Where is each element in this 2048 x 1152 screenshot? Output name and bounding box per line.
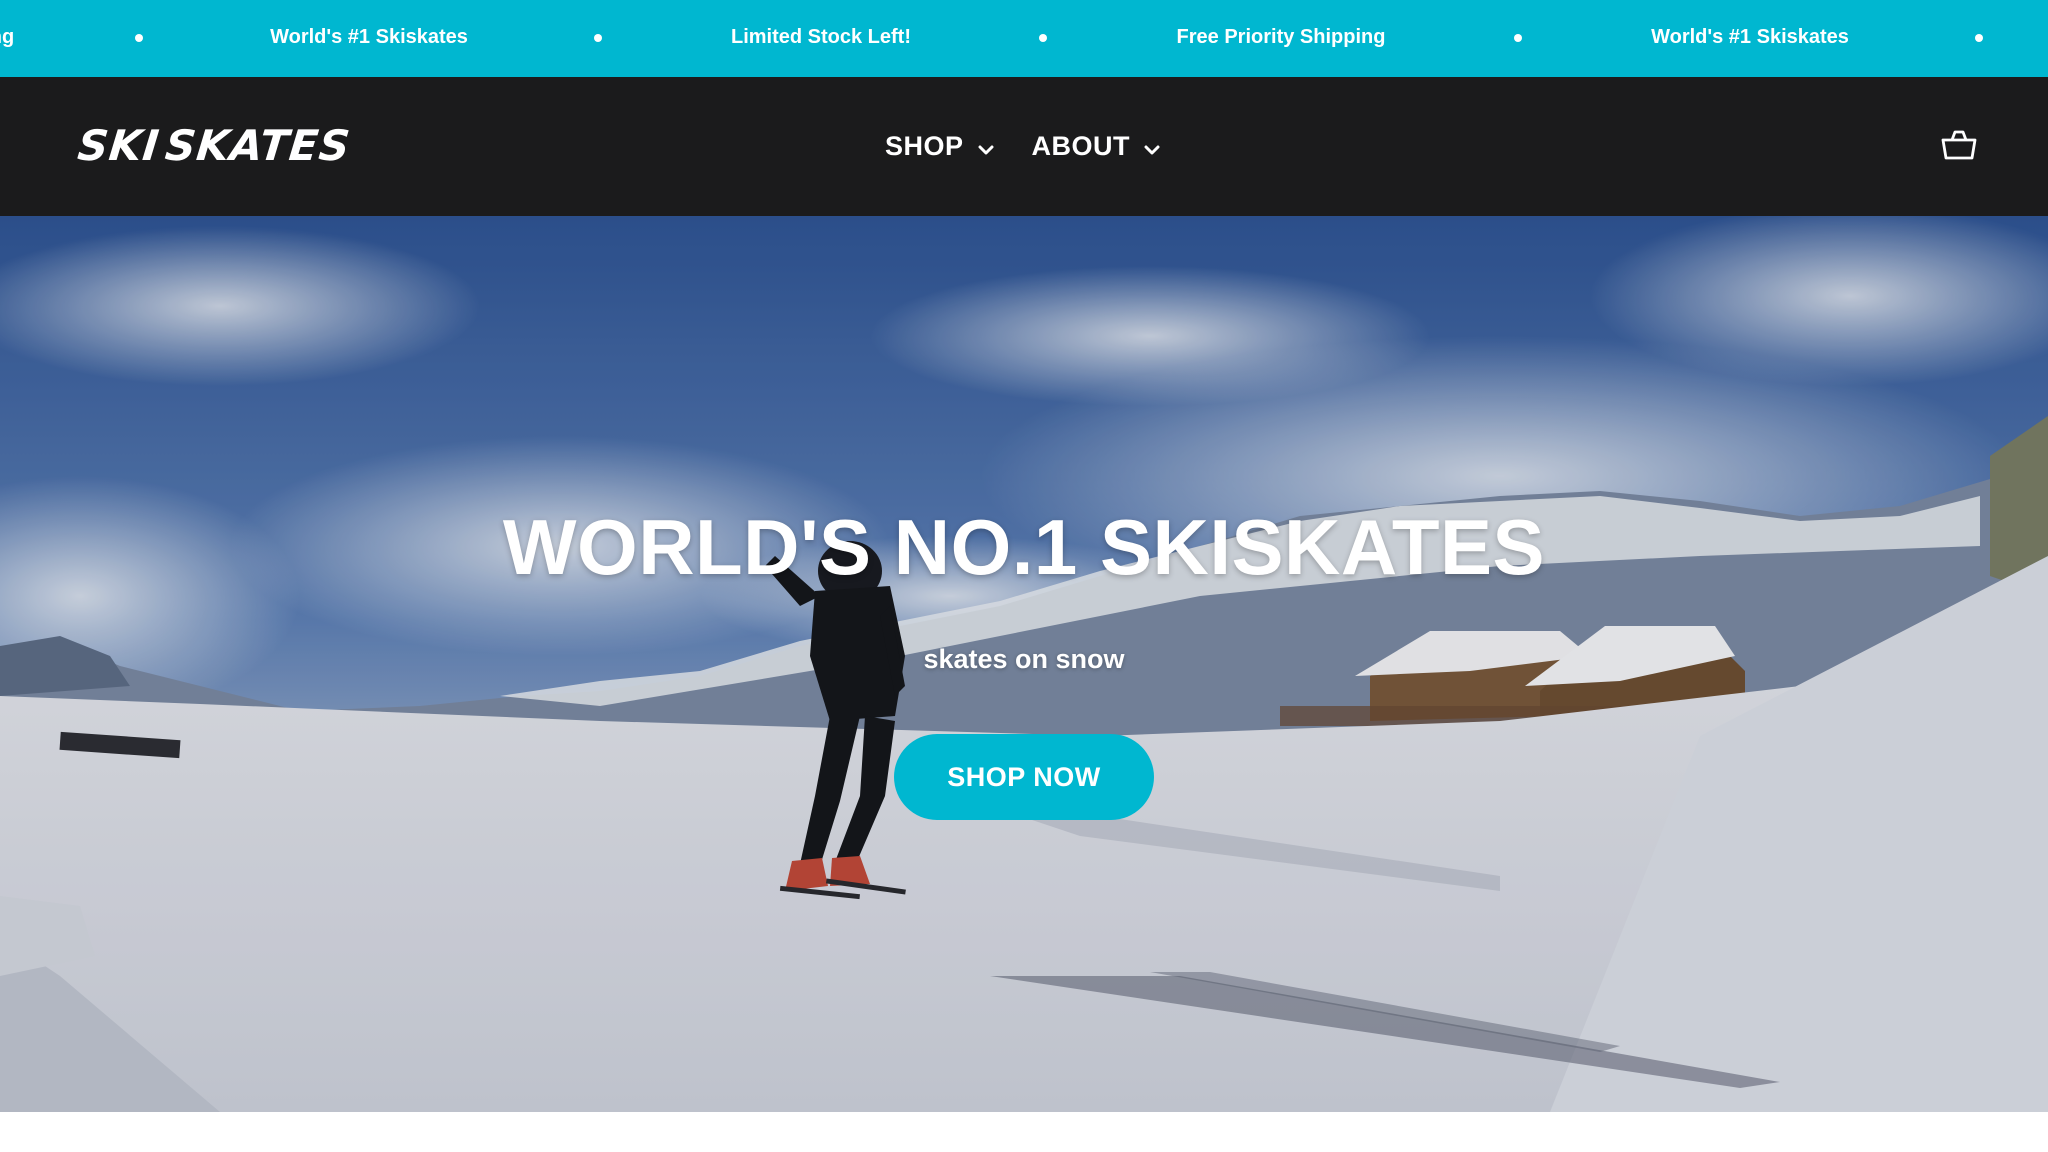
- main-nav: SHOP ABOUT: [885, 77, 1198, 216]
- separator-dot-icon: [135, 34, 143, 42]
- site-header: SKISKATES SHOP ABOUT: [0, 77, 2048, 216]
- site-logo[interactable]: SKISKATES: [75, 121, 353, 171]
- announcement-message: ng: [0, 26, 15, 48]
- nav-item-shop[interactable]: SHOP: [885, 117, 994, 177]
- hero-subtitle: skates on snow: [923, 644, 1125, 674]
- logo-text-skates: SKATES: [162, 121, 353, 170]
- announcement-message: Free Priority Shipping: [1176, 26, 1386, 48]
- chevron-down-icon: [1144, 145, 1160, 154]
- separator-dot-icon: [1514, 34, 1522, 42]
- announcement-message: World's #1 Skiskates: [1651, 26, 1849, 48]
- shopping-basket-icon: [1941, 130, 1977, 160]
- separator-dot-icon: [594, 34, 602, 42]
- nav-item-label: ABOUT: [1031, 131, 1131, 161]
- hero-title: WORLD'S NO.1 SKISKATES: [502, 503, 1546, 591]
- separator-dot-icon: [1975, 34, 1983, 42]
- announcement-track: ng World's #1 Skiskates Limited Stock Le…: [0, 0, 2048, 77]
- chevron-down-icon: [978, 145, 994, 154]
- announcement-message: World's #1 Skiskates: [270, 26, 468, 48]
- separator-dot-icon: [1039, 34, 1047, 42]
- page-content-below-hero: [0, 1112, 2048, 1152]
- shop-now-button[interactable]: SHOP NOW: [894, 734, 1154, 820]
- logo-text-ski: SKI: [75, 121, 163, 170]
- announcement-message: Limited Stock Left!: [730, 26, 912, 48]
- cart-button[interactable]: [1940, 126, 1978, 164]
- nav-item-label: SHOP: [885, 131, 964, 161]
- nav-item-about[interactable]: ABOUT: [1032, 117, 1161, 177]
- hero-section: WORLD'S NO.1 SKISKATES skates on snow SH…: [0, 216, 2048, 1112]
- announcement-bar: ng World's #1 Skiskates Limited Stock Le…: [0, 0, 2048, 77]
